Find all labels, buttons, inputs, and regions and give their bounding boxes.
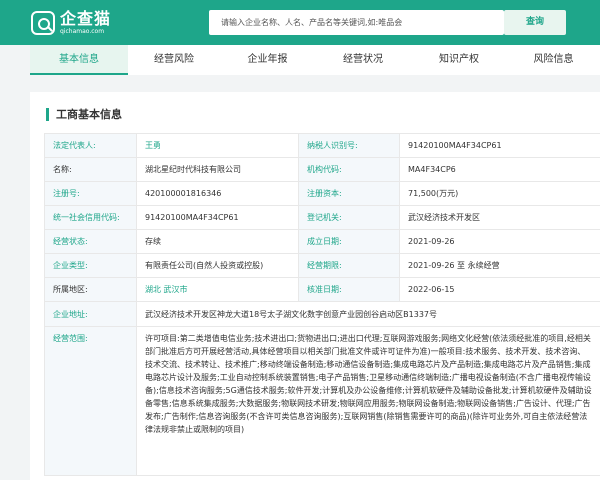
row-label: 经营期限:: [299, 254, 400, 277]
row-label: 核准日期:: [299, 278, 400, 301]
table-row: 统一社会信用代码: 91420100MA4F34CP61 登记机关: 武汉经济技…: [45, 206, 600, 230]
tab-basic-info[interactable]: 基本信息: [30, 45, 128, 75]
row-value: 91420100MA4F34CP61: [400, 134, 600, 157]
business-info-panel: 工商基本信息 法定代表人: 王勇 纳税人识别号: 91420100MA4F34C…: [30, 92, 600, 480]
row-value: 武汉经济技术开发区: [400, 206, 600, 229]
business-scope-value: 许可项目:第二类增值电信业务;技术进出口;货物进出口;进出口代理;互联网游戏服务…: [137, 327, 600, 475]
row-value: 71,500(万元): [400, 182, 600, 205]
tab-operation-risk[interactable]: 经营风险: [128, 45, 220, 75]
row-label: 纳税人识别号:: [299, 134, 400, 157]
search-cat-icon: [31, 11, 55, 35]
row-label: 所属地区:: [45, 278, 137, 301]
table-row: 法定代表人: 王勇 纳税人识别号: 91420100MA4F34CP61: [45, 134, 600, 158]
top-header: 企查猫 qichamao.com 请输入企业名称、人名、产品名等关键词,如:唯品…: [0, 0, 600, 45]
row-label: 统一社会信用代码:: [45, 206, 137, 229]
row-value: MA4F34CP6: [400, 158, 600, 181]
business-info-table: 法定代表人: 王勇 纳税人识别号: 91420100MA4F34CP61 名称:…: [44, 133, 600, 476]
table-row: 企业地址: 武汉经济技术开发区神龙大道18号太子湖文化数字创意产业园创谷启动区B…: [45, 302, 600, 327]
row-label: 名称:: [45, 158, 137, 181]
search-input[interactable]: 请输入企业名称、人名、产品名等关键词,如:唯品会: [209, 10, 504, 35]
brand-domain: qichamao.com: [60, 28, 105, 35]
address-value: 武汉经济技术开发区神龙大道18号太子湖文化数字创意产业园创谷启动区B1337号: [137, 302, 600, 326]
region-link[interactable]: 湖北 武汉市: [137, 278, 299, 301]
tab-risk-info[interactable]: 风险信息: [507, 45, 600, 75]
search-placeholder: 请输入企业名称、人名、产品名等关键词,如:唯品会: [221, 18, 403, 27]
row-label: 成立日期:: [299, 230, 400, 253]
row-value: 420100001816346: [137, 182, 299, 205]
table-row: 名称: 湖北星纪时代科技有限公司 机构代码: MA4F34CP6: [45, 158, 600, 182]
row-label: 法定代表人:: [45, 134, 137, 157]
table-row: 所属地区: 湖北 武汉市 核准日期: 2022-06-15: [45, 278, 600, 302]
row-label: 经营范围:: [45, 327, 137, 475]
row-label: 企业类型:: [45, 254, 137, 277]
row-label: 企业地址:: [45, 302, 137, 326]
tab-intellectual-property[interactable]: 知识产权: [411, 45, 507, 75]
brand-logo[interactable]: 企查猫 qichamao.com: [31, 6, 111, 40]
tab-operation-status[interactable]: 经营状况: [315, 45, 411, 75]
legal-rep-link[interactable]: 王勇: [137, 134, 299, 157]
section-title: 工商基本信息: [46, 108, 122, 121]
table-row: 经营范围: 许可项目:第二类增值电信业务;技术进出口;货物进出口;进出口代理;互…: [45, 327, 600, 476]
row-value: 2022-06-15: [400, 278, 600, 301]
table-row: 经营状态: 存续 成立日期: 2021-09-26: [45, 230, 600, 254]
main-tabs: 基本信息 经营风险 企业年报 经营状况 知识产权 风险信息: [30, 45, 600, 75]
search-button[interactable]: 查询: [504, 10, 566, 35]
row-label: 机构代码:: [299, 158, 400, 181]
row-value: 湖北星纪时代科技有限公司: [137, 158, 299, 181]
row-label: 注册号:: [45, 182, 137, 205]
row-value: 2021-09-26: [400, 230, 600, 253]
row-label: 登记机关:: [299, 206, 400, 229]
tab-annual-report[interactable]: 企业年报: [220, 45, 315, 75]
table-row: 注册号: 420100001816346 注册资本: 71,500(万元): [45, 182, 600, 206]
row-value: 91420100MA4F34CP61: [137, 206, 299, 229]
row-label: 注册资本:: [299, 182, 400, 205]
row-label: 经营状态:: [45, 230, 137, 253]
table-row: 企业类型: 有限责任公司(自然人投资或控股) 经营期限: 2021-09-26 …: [45, 254, 600, 278]
brand-name: 企查猫: [60, 9, 112, 28]
row-value: 2021-09-26 至 永续经营: [400, 254, 600, 277]
row-value: 有限责任公司(自然人投资或控股): [137, 254, 299, 277]
row-value: 存续: [137, 230, 299, 253]
